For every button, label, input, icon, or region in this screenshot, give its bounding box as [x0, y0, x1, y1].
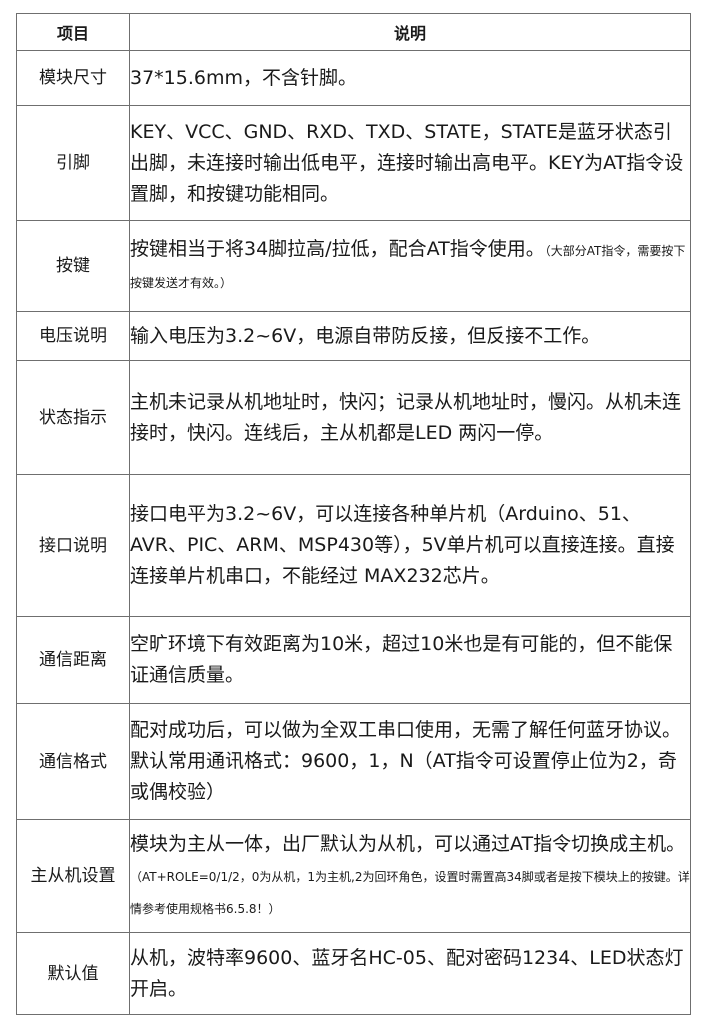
row-text-note: （AT+ROLE=0/1/2，0为从机，1为主机,2为回环角色，设置时需置高34…	[130, 869, 690, 916]
row-text-main: 空旷环境下有效距离为10米，超过10米也是有可能的，但不能保证通信质量。	[130, 633, 673, 686]
row-text-main: 接口电平为3.2~6V，可以连接各种单片机（Arduino、51、AVR、PIC…	[130, 503, 675, 587]
row-label: 电压说明	[16, 311, 130, 361]
table-row: 引脚 KEY、VCC、GND、RXD、TXD、STATE，STATE是蓝牙状态引…	[16, 105, 691, 221]
header-description: 说明	[129, 13, 691, 51]
header-item: 项目	[16, 13, 130, 51]
table-row: 通信格式 配对成功后，可以做为全双工串口使用，无需了解任何蓝牙协议。默认常用通讯…	[16, 703, 691, 820]
row-text-main: 从机，波特率9600、蓝牙名HC-05、配对密码1234、LED状态灯开启。	[130, 946, 684, 1000]
row-text-main: 配对成功后，可以做为全双工串口使用，无需了解任何蓝牙协议。默认常用通讯格式：96…	[130, 719, 682, 803]
row-text-main: 输入电压为3.2~6V，电源自带防反接，但反接不工作。	[130, 324, 601, 347]
row-text-main: KEY、VCC、GND、RXD、TXD、STATE，STATE是蓝牙状态引出脚，…	[130, 120, 684, 205]
row-text: 37*15.6mm，不含针脚。	[129, 50, 691, 106]
row-text: 输入电压为3.2~6V，电源自带防反接，但反接不工作。	[129, 311, 691, 361]
table-header-row: 项目 说明	[16, 13, 691, 51]
row-label: 通信格式	[16, 703, 130, 820]
row-text-main: 37*15.6mm，不含针脚。	[130, 66, 357, 89]
row-text: 从机，波特率9600、蓝牙名HC-05、配对密码1234、LED状态灯开启。	[129, 932, 691, 1015]
row-text: 主机未记录从机地址时，快闪；记录从机地址时，慢闪。从机未连接时，快闪。连线后，主…	[129, 360, 691, 475]
row-text: 接口电平为3.2~6V，可以连接各种单片机（Arduino、51、AVR、PIC…	[129, 474, 691, 617]
row-text-main: 按键相当于将34脚拉高/拉低，配合AT指令使用。	[130, 238, 545, 260]
table-row: 按键 按键相当于将34脚拉高/拉低，配合AT指令使用。（大部分AT指令，需要按下…	[16, 220, 691, 312]
row-text-main: 主机未记录从机地址时，快闪；记录从机地址时，慢闪。从机未连接时，快闪。连线后，主…	[130, 390, 682, 444]
table-row: 通信距离 空旷环境下有效距离为10米，超过10米也是有可能的，但不能保证通信质量…	[16, 616, 691, 704]
row-text: 模块为主从一体，出厂默认为从机，可以通过AT指令切换成主机。 （AT+ROLE=0…	[129, 819, 691, 933]
row-label: 状态指示	[16, 360, 130, 475]
row-label: 接口说明	[16, 474, 130, 617]
row-label: 按键	[16, 220, 130, 312]
table-row: 主从机设置 模块为主从一体，出厂默认为从机，可以通过AT指令切换成主机。 （AT+…	[16, 819, 691, 933]
table-row: 电压说明 输入电压为3.2~6V，电源自带防反接，但反接不工作。	[16, 311, 691, 361]
row-label: 默认值	[16, 932, 130, 1015]
row-text: KEY、VCC、GND、RXD、TXD、STATE，STATE是蓝牙状态引出脚，…	[129, 105, 691, 221]
table-row: 默认值 从机，波特率9600、蓝牙名HC-05、配对密码1234、LED状态灯开…	[16, 932, 691, 1015]
row-text-main: 模块为主从一体，出厂默认为从机，可以通过AT指令切换成主机。	[130, 832, 686, 855]
row-text: 空旷环境下有效距离为10米，超过10米也是有可能的，但不能保证通信质量。	[129, 616, 691, 704]
row-text: 按键相当于将34脚拉高/拉低，配合AT指令使用。（大部分AT指令，需要按下按键发…	[129, 220, 691, 312]
row-text: 配对成功后，可以做为全双工串口使用，无需了解任何蓝牙协议。默认常用通讯格式：96…	[129, 703, 691, 820]
spec-table: 项目 说明 模块尺寸 37*15.6mm，不含针脚。 引脚 KEY、VCC、GN…	[16, 13, 691, 1015]
table-row: 状态指示 主机未记录从机地址时，快闪；记录从机地址时，慢闪。从机未连接时，快闪。…	[16, 360, 691, 475]
table-row: 接口说明 接口电平为3.2~6V，可以连接各种单片机（Arduino、51、AV…	[16, 474, 691, 617]
table-row: 模块尺寸 37*15.6mm，不含针脚。	[16, 50, 691, 106]
row-label: 通信距离	[16, 616, 130, 704]
row-label: 模块尺寸	[16, 50, 130, 106]
row-label: 主从机设置	[16, 819, 130, 933]
row-label: 引脚	[16, 105, 130, 221]
